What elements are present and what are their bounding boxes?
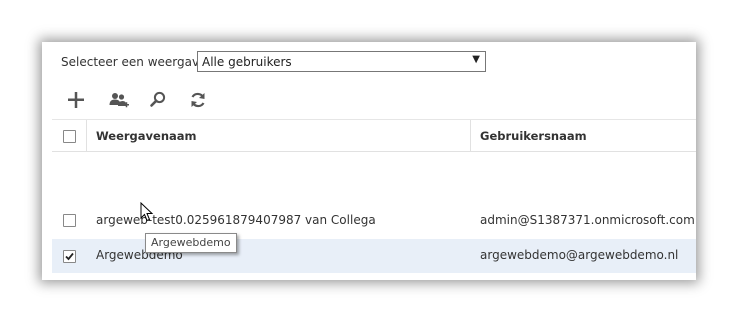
users-add-icon: [109, 93, 129, 108]
view-select-dropdown[interactable]: Alle gebruikers ▼: [197, 51, 486, 72]
users-panel: Selecteer een weergave: Alle gebruikers …: [42, 42, 696, 280]
checkmark-icon: [65, 252, 74, 261]
add-users-button[interactable]: [108, 90, 130, 110]
add-button[interactable]: [66, 90, 88, 110]
view-select-label: Selecteer een weergave:: [61, 55, 211, 69]
column-header-display-name[interactable]: Weergavenaam: [96, 129, 197, 143]
tooltip: Argewebdemo: [145, 233, 237, 253]
table-header-row: Weergavenaam Gebruikersnaam: [52, 119, 696, 152]
select-all-checkbox[interactable]: [63, 130, 76, 143]
search-button[interactable]: [148, 90, 170, 110]
search-icon: [150, 91, 166, 107]
users-table: Weergavenaam Gebruikersnaam argeweb-test…: [52, 119, 696, 273]
mouse-cursor-icon: [140, 202, 154, 222]
row-checkbox[interactable]: [63, 214, 76, 227]
column-divider: [86, 120, 87, 151]
view-select-value: Alle gebruikers: [202, 55, 292, 69]
refresh-icon: [191, 92, 205, 108]
refresh-button[interactable]: [188, 90, 210, 110]
row-checkbox-checked[interactable]: [63, 250, 76, 263]
dropdown-arrow-icon: ▼: [472, 54, 480, 65]
display-name-cell: argeweb-test0.025961879407987 van Colleg…: [96, 213, 376, 227]
column-header-username[interactable]: Gebruikersnaam: [480, 129, 587, 143]
plus-icon: [68, 92, 84, 108]
username-cell: admin@S1387371.onmicrosoft.com: [480, 213, 695, 227]
column-divider: [470, 120, 471, 151]
username-cell: argewebdemo@argewebdemo.nl: [480, 248, 679, 262]
